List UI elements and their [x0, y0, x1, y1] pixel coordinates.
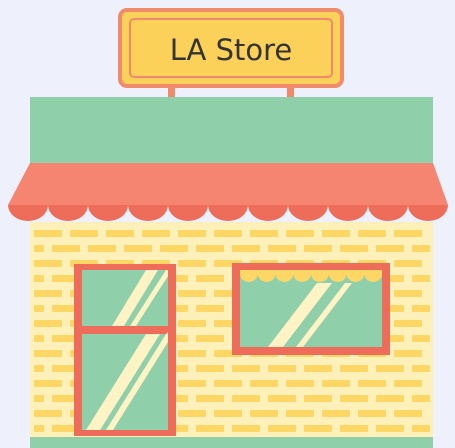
brick — [394, 380, 422, 387]
brick — [106, 230, 134, 237]
brick — [232, 365, 260, 372]
brick — [412, 305, 430, 312]
brick — [34, 380, 62, 387]
brick — [124, 245, 152, 252]
awning — [8, 163, 448, 221]
brick — [34, 245, 44, 252]
brick — [196, 305, 224, 312]
brick — [196, 335, 224, 342]
brick — [214, 410, 242, 417]
brick — [322, 230, 350, 237]
brick — [34, 335, 44, 342]
brick — [394, 260, 422, 267]
brick — [286, 380, 314, 387]
store-sign: LA Store — [118, 8, 344, 88]
brick — [34, 230, 62, 237]
brick — [52, 245, 80, 252]
brick — [250, 230, 278, 237]
brick — [160, 245, 188, 252]
door — [74, 264, 176, 436]
brick — [340, 365, 368, 372]
brick — [268, 425, 296, 432]
brick — [412, 245, 430, 252]
brick — [178, 410, 206, 417]
roof-band — [30, 97, 433, 163]
brick — [304, 245, 332, 252]
brick — [214, 230, 242, 237]
brick — [250, 410, 278, 417]
brick — [394, 290, 422, 297]
brick — [358, 230, 386, 237]
store-name: LA Store — [170, 33, 293, 67]
brick — [376, 365, 404, 372]
brick — [394, 350, 422, 357]
brick — [376, 245, 404, 252]
brick — [34, 350, 62, 357]
brick — [196, 395, 224, 402]
brick — [34, 290, 62, 297]
brick — [412, 425, 430, 432]
ground-strip — [30, 437, 433, 448]
brick — [178, 260, 206, 267]
brick — [34, 425, 44, 432]
brick — [304, 395, 332, 402]
brick — [268, 395, 296, 402]
brick — [412, 335, 430, 342]
brick — [178, 380, 206, 387]
brick — [286, 230, 314, 237]
brick — [232, 245, 260, 252]
brick — [340, 425, 368, 432]
brick — [340, 245, 368, 252]
brick — [322, 380, 350, 387]
brick — [394, 230, 422, 237]
brick — [232, 395, 260, 402]
brick — [412, 395, 430, 402]
brick — [394, 320, 422, 327]
brick — [34, 320, 62, 327]
brick — [178, 320, 206, 327]
brick — [286, 410, 314, 417]
brick — [88, 245, 116, 252]
brick — [304, 365, 332, 372]
brick — [394, 410, 422, 417]
brick — [304, 425, 332, 432]
brick — [376, 395, 404, 402]
brick — [268, 365, 296, 372]
brick — [142, 230, 170, 237]
brick — [196, 275, 224, 282]
brick — [34, 305, 44, 312]
brick — [250, 380, 278, 387]
brick — [34, 275, 44, 282]
brick — [412, 365, 430, 372]
brick — [214, 380, 242, 387]
brick — [196, 245, 224, 252]
brick — [340, 395, 368, 402]
brick — [232, 425, 260, 432]
brick — [376, 425, 404, 432]
shop-window — [232, 263, 390, 355]
brick — [268, 245, 296, 252]
brick — [70, 230, 98, 237]
brick — [178, 290, 206, 297]
brick — [34, 365, 44, 372]
brick — [412, 275, 430, 282]
brick — [34, 260, 62, 267]
brick — [196, 365, 224, 372]
brick — [34, 410, 62, 417]
brick — [358, 410, 386, 417]
brick — [196, 425, 224, 432]
storefront-illustration: LA Store — [0, 0, 455, 448]
brick — [178, 350, 206, 357]
brick — [34, 395, 44, 402]
brick — [178, 230, 206, 237]
brick — [322, 410, 350, 417]
brick — [358, 380, 386, 387]
